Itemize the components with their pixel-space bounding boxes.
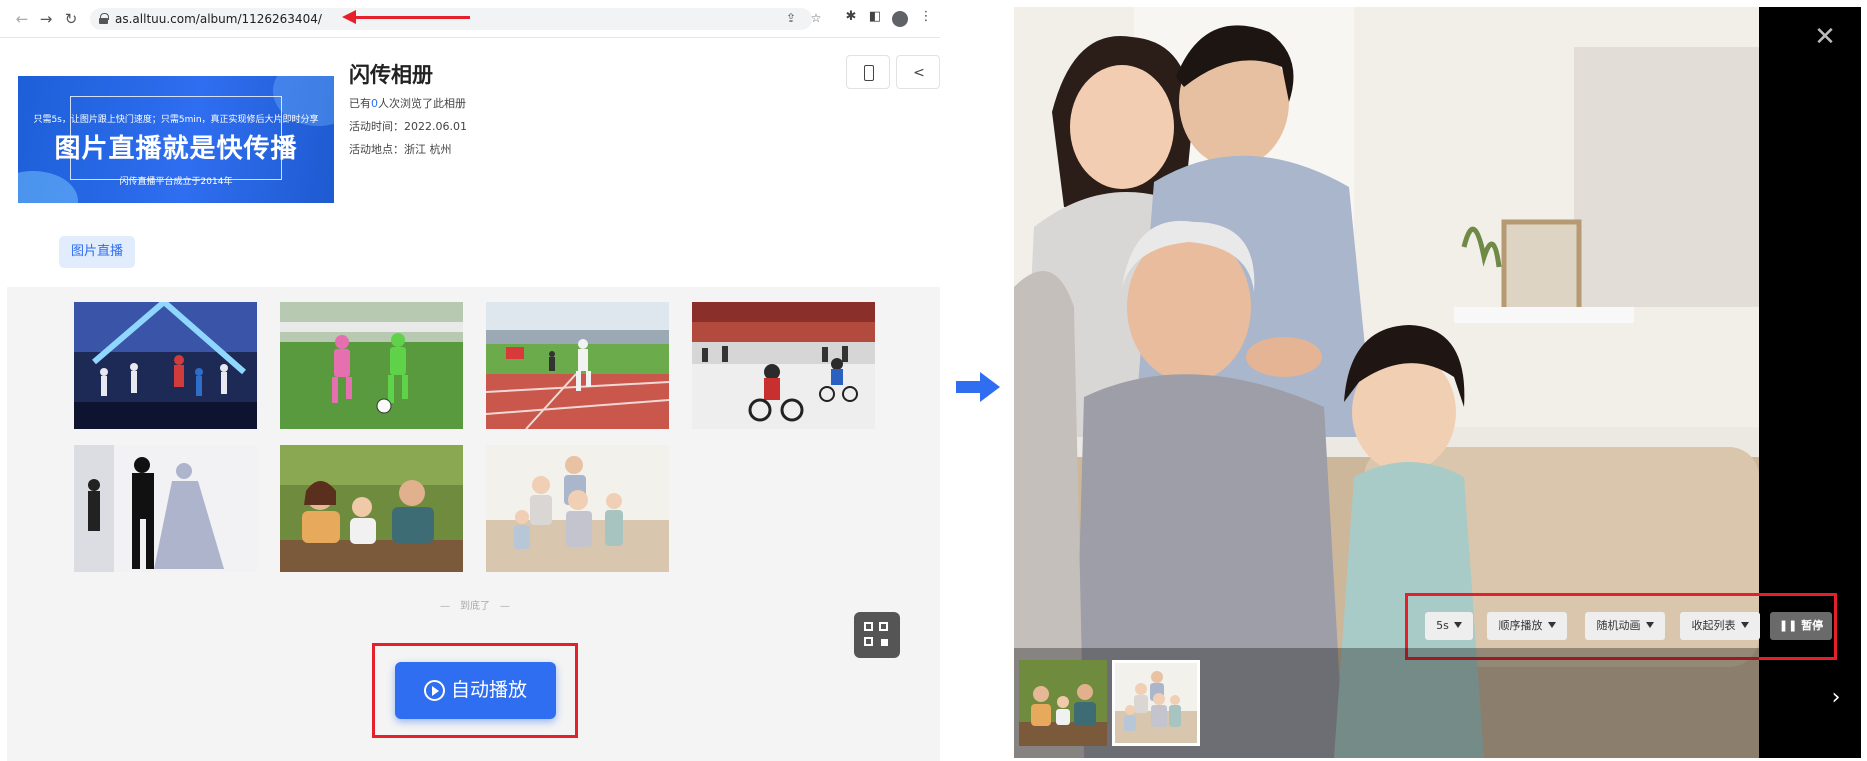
album-location: 活动地点：浙江 杭州 bbox=[349, 141, 452, 157]
slideshow-viewer: ✕ 5s 顺序播放 随机动画 收起列表 ❚❚ 暂停 › bbox=[1014, 7, 1861, 758]
play-order-label: 顺序播放 bbox=[1498, 619, 1543, 632]
album-views: 已有0人次浏览了此相册 bbox=[349, 95, 466, 111]
qr-code-button[interactable] bbox=[854, 612, 900, 658]
photo-ballroom[interactable] bbox=[74, 445, 257, 572]
mobile-view-button[interactable] bbox=[846, 55, 890, 89]
strip-thumb-family-outdoor[interactable] bbox=[1019, 660, 1107, 746]
date-value: 2022.06.01 bbox=[404, 120, 467, 133]
share-icon: < bbox=[913, 65, 925, 81]
bookmark-star-icon[interactable]: ☆ bbox=[808, 11, 824, 25]
date-label: 活动时间： bbox=[349, 120, 404, 133]
caret-down-icon bbox=[1740, 622, 1749, 628]
album-cover-banner: 只需5s，让图片跟上快门速度；只需5min，真正实现修后大片即时分享 图片直播就… bbox=[18, 76, 334, 203]
cover-subline: 只需5s，让图片跟上快门速度；只需5min，真正实现修后大片即时分享 bbox=[33, 115, 319, 125]
annotation-arrow-head bbox=[342, 10, 356, 24]
pause-button[interactable]: ❚❚ 暂停 bbox=[1770, 612, 1832, 640]
photo-balance-bike[interactable] bbox=[692, 302, 875, 429]
photo-kids-football[interactable] bbox=[280, 302, 463, 429]
views-prefix: 已有 bbox=[349, 97, 371, 110]
caret-down-icon bbox=[1453, 622, 1462, 628]
autoplay-button[interactable]: 自动播放 bbox=[395, 662, 556, 719]
extensions-icon[interactable]: ✱ bbox=[842, 9, 860, 24]
photo-dance-stage[interactable] bbox=[74, 302, 257, 429]
cover-footer: 闪传直播平台成立于2014年 bbox=[119, 177, 233, 187]
profile-avatar-icon[interactable] bbox=[892, 11, 908, 27]
animation-select[interactable]: 随机动画 bbox=[1585, 612, 1665, 640]
photo-track-running[interactable] bbox=[486, 302, 669, 429]
animation-label: 随机动画 bbox=[1596, 619, 1641, 632]
chevron-right-icon[interactable]: › bbox=[1826, 687, 1846, 709]
views-suffix: 人次浏览了此相册 bbox=[378, 97, 466, 110]
album-title: 闪传相册 bbox=[349, 63, 433, 87]
interval-select[interactable]: 5s bbox=[1425, 612, 1473, 640]
back-icon[interactable]: ← bbox=[12, 9, 32, 29]
qr-code-icon-part bbox=[879, 622, 888, 631]
close-icon[interactable]: ✕ bbox=[1813, 24, 1837, 50]
album-date: 活动时间：2022.06.01 bbox=[349, 118, 467, 134]
side-panel-icon[interactable]: ◧ bbox=[866, 9, 884, 24]
composite-screenshot: ← → ↻ as.alltuu.com/album/1126263404/ ⇪ … bbox=[0, 0, 1867, 761]
collapse-list-select[interactable]: 收起列表 bbox=[1680, 612, 1760, 640]
lock-icon bbox=[99, 13, 109, 24]
annotation-arrow bbox=[355, 16, 470, 19]
location-value: 浙江 杭州 bbox=[404, 143, 452, 156]
photo-family-sofa[interactable] bbox=[486, 445, 669, 572]
strip-thumb-family-sofa[interactable] bbox=[1112, 660, 1200, 746]
transition-arrow-icon bbox=[956, 372, 1000, 402]
phone-icon bbox=[864, 65, 874, 81]
url-text: as.alltuu.com/album/1126263404/ bbox=[115, 12, 322, 26]
caret-down-icon bbox=[1645, 622, 1654, 628]
play-order-select[interactable]: 顺序播放 bbox=[1487, 612, 1567, 640]
cover-headline: 图片直播就是快传播 bbox=[54, 134, 298, 164]
autoplay-label: 自动播放 bbox=[451, 679, 528, 701]
location-label: 活动地点： bbox=[349, 143, 404, 156]
qr-code-icon-part bbox=[881, 639, 888, 646]
reload-icon[interactable]: ↻ bbox=[61, 9, 81, 29]
views-count: 0 bbox=[371, 97, 378, 110]
browser-toolbar: ← → ↻ as.alltuu.com/album/1126263404/ ⇪ … bbox=[0, 0, 940, 38]
share-button[interactable]: < bbox=[896, 55, 940, 89]
play-circle-icon bbox=[424, 680, 445, 701]
menu-kebab-icon[interactable]: ⋮ bbox=[917, 9, 935, 24]
collapse-list-label: 收起列表 bbox=[1691, 619, 1736, 632]
caret-down-icon bbox=[1547, 622, 1556, 628]
browser-window: ← → ↻ as.alltuu.com/album/1126263404/ ⇪ … bbox=[0, 0, 940, 761]
photo-family-outdoor[interactable] bbox=[280, 445, 463, 572]
address-bar[interactable]: as.alltuu.com/album/1126263404/ ⇪ ☆ bbox=[90, 8, 821, 30]
qr-code-icon bbox=[864, 622, 873, 631]
qr-code-icon-part bbox=[864, 637, 873, 646]
forward-icon[interactable]: → bbox=[36, 9, 56, 29]
interval-label: 5s bbox=[1436, 619, 1449, 632]
tab-photo-live[interactable]: 图片直播 bbox=[59, 236, 135, 268]
share-page-icon[interactable]: ⇪ bbox=[783, 11, 799, 25]
end-of-list-note: — 到底了 — bbox=[440, 601, 510, 612]
